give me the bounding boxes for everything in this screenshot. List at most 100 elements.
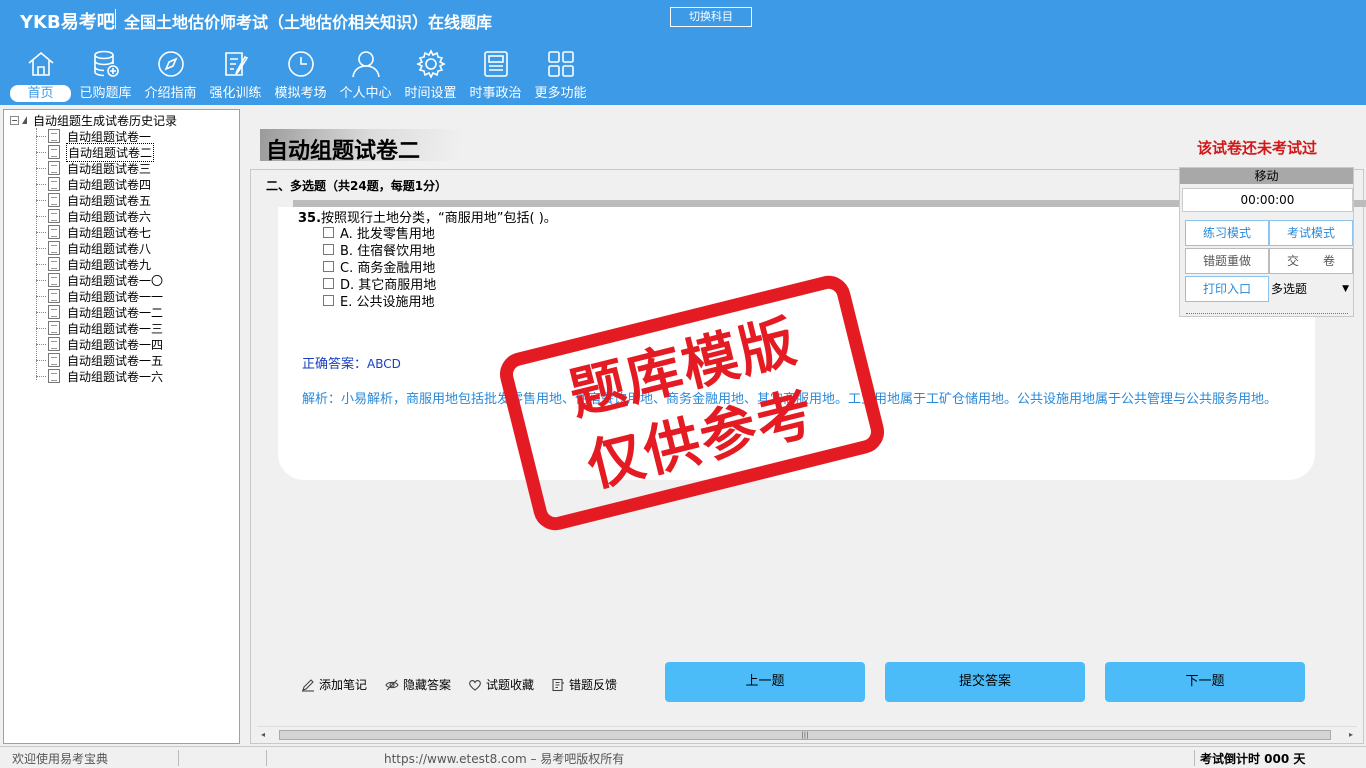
document-icon <box>48 193 60 207</box>
status-separator <box>178 750 179 766</box>
app-header: YKB易考吧 全国土地估价师考试（土地估价相关知识）在线题库 切换科目 首页 已… <box>0 0 1366 105</box>
tree-item[interactable]: 自动组题试卷一六 <box>36 368 164 384</box>
report-error-button[interactable]: 错题反馈 <box>551 676 617 693</box>
clock-icon <box>287 51 314 77</box>
nav-mock-exam[interactable]: 模拟考场 <box>268 48 333 104</box>
nav-label: 强化训练 <box>209 86 262 101</box>
document-icon <box>48 209 60 223</box>
tree-item[interactable]: 自动组题试卷八 <box>36 240 152 256</box>
add-note-button[interactable]: 添加笔记 <box>301 676 367 693</box>
document-icon <box>48 289 60 303</box>
tree-item-label: 自动组题试卷一一 <box>67 289 164 304</box>
scroll-thumb[interactable]: ||| <box>279 730 1331 740</box>
tree-connector <box>36 167 46 169</box>
document-icon <box>48 369 60 383</box>
tree-connector <box>36 279 46 281</box>
option-e[interactable]: E. 公共设施用地 <box>323 292 435 310</box>
practice-mode-button[interactable]: 练习模式 <box>1185 220 1269 246</box>
exam-timer: 00:00:00 <box>1182 188 1353 212</box>
tree-item[interactable]: 自动组题试卷一二 <box>36 304 164 320</box>
print-button[interactable]: 打印入口 <box>1185 276 1269 302</box>
tree-item-label: 自动组题试卷八 <box>67 241 152 256</box>
switch-subject-button[interactable]: 切换科目 <box>670 7 752 27</box>
checkbox[interactable] <box>323 243 334 255</box>
nav-label: 时间设置 <box>404 86 457 101</box>
horizontal-scrollbar[interactable]: ◂ ||| ▸ <box>257 726 1357 742</box>
nav-label: 更多功能 <box>534 86 587 101</box>
checkbox[interactable] <box>323 277 334 289</box>
option-b[interactable]: B. 住宿餐饮用地 <box>323 241 435 259</box>
tree-connector <box>36 359 46 361</box>
next-question-button[interactable]: 下一题 <box>1105 662 1305 702</box>
brand-separator <box>115 9 116 29</box>
checkbox[interactable] <box>323 294 334 306</box>
nav-personal[interactable]: 个人中心 <box>333 48 398 104</box>
scroll-left-icon[interactable]: ◂ <box>261 730 265 739</box>
option-label: E. 公共设施用地 <box>340 294 435 310</box>
nav-guide[interactable]: 介绍指南 <box>138 48 203 104</box>
nav-home[interactable]: 首页 <box>8 48 73 104</box>
tree-item[interactable]: 自动组题试卷一一 <box>36 288 164 304</box>
option-a[interactable]: A. 批发零售用地 <box>323 224 435 242</box>
tree-item[interactable]: 自动组题试卷九 <box>36 256 152 272</box>
edit-icon <box>224 52 248 76</box>
tree-connector <box>36 231 46 233</box>
document-icon <box>48 177 60 191</box>
tree-item[interactable]: 自动组题试卷三 <box>36 160 152 176</box>
paper-history-tree: − 自动组题生成试卷历史记录 自动组题试卷一 自动组题试卷二 自动组题试卷三 自动组题… <box>3 109 240 744</box>
nav-label: 首页 <box>10 85 71 102</box>
exam-status-text: 该试卷还未考试过 <box>1197 139 1318 157</box>
document-icon <box>48 273 60 287</box>
option-c[interactable]: C. 商务金融用地 <box>323 258 435 276</box>
exam-control-panel: 移动 00:00:00 练习模式 考试模式 错题重做 交 卷 打印入口 多选题 … <box>1179 167 1354 317</box>
tree-connector <box>36 263 46 265</box>
prev-question-button[interactable]: 上一题 <box>665 662 865 702</box>
tree-item-label: 自动组题试卷七 <box>67 225 152 240</box>
tree-root-label: 自动组题生成试卷历史记录 <box>33 113 178 128</box>
hand-in-button[interactable]: 交 卷 <box>1269 248 1353 274</box>
analysis-text: 解析：小易解析，商服用地包括批发零售用地、住宿餐饮用地、商务金融用地、其它商服用… <box>302 392 1278 407</box>
question-number: 35. <box>298 211 322 226</box>
tree-connector <box>36 151 46 153</box>
document-icon <box>48 337 60 351</box>
scroll-right-icon[interactable]: ▸ <box>1349 730 1353 739</box>
hide-answer-button[interactable]: 隐藏答案 <box>385 676 451 693</box>
tree-item[interactable]: 自动组题试卷一四 <box>36 336 164 352</box>
nav-training[interactable]: 强化训练 <box>203 48 268 104</box>
gear-icon <box>415 49 446 79</box>
document-icon <box>48 145 60 159</box>
question-type-select[interactable]: 多选题 ▼ <box>1269 276 1353 302</box>
tree-item[interactable]: 自动组题试卷六 <box>36 208 152 224</box>
tree-item[interactable]: 自动组题试卷二 <box>36 142 155 162</box>
option-d[interactable]: D. 其它商服用地 <box>323 275 436 293</box>
grid-icon <box>547 51 574 77</box>
redo-wrong-button[interactable]: 错题重做 <box>1185 248 1269 274</box>
checkbox[interactable] <box>323 226 334 238</box>
submit-answer-button[interactable]: 提交答案 <box>885 662 1085 702</box>
tree-item[interactable]: 自动组题试卷四 <box>36 176 152 192</box>
tree-item[interactable]: 自动组题试卷一五 <box>36 352 164 368</box>
checkbox[interactable] <box>323 260 334 272</box>
exam-mode-button[interactable]: 考试模式 <box>1269 220 1353 246</box>
nav-label: 模拟考场 <box>274 86 327 101</box>
folder-icon <box>22 116 27 124</box>
document-icon <box>48 161 60 175</box>
paper-title: 自动组题试卷二 <box>266 139 421 164</box>
tree-item[interactable]: 自动组题试卷五 <box>36 192 152 208</box>
tree-item[interactable]: 自动组题试卷七 <box>36 224 152 240</box>
database-icon <box>93 50 119 77</box>
move-handle[interactable]: 移动 <box>1180 168 1353 184</box>
home-icon <box>27 51 54 76</box>
nav-time-settings[interactable]: 时间设置 <box>398 48 463 104</box>
tree-connector <box>36 199 46 201</box>
favorite-button[interactable]: 试题收藏 <box>468 676 534 693</box>
compass-icon <box>157 51 184 77</box>
tree-item[interactable]: 自动组题试卷一三 <box>36 320 164 336</box>
nav-more[interactable]: 更多功能 <box>528 48 593 104</box>
user-icon <box>351 51 380 78</box>
collapse-icon[interactable]: − <box>10 115 19 125</box>
nav-current-affairs[interactable]: 时事政治 <box>463 48 528 104</box>
tree-root[interactable]: − 自动组题生成试卷历史记录 <box>10 112 177 128</box>
nav-purchased[interactable]: 已购题库 <box>73 48 138 104</box>
tree-item[interactable]: 自动组题试卷一〇 <box>36 272 164 288</box>
